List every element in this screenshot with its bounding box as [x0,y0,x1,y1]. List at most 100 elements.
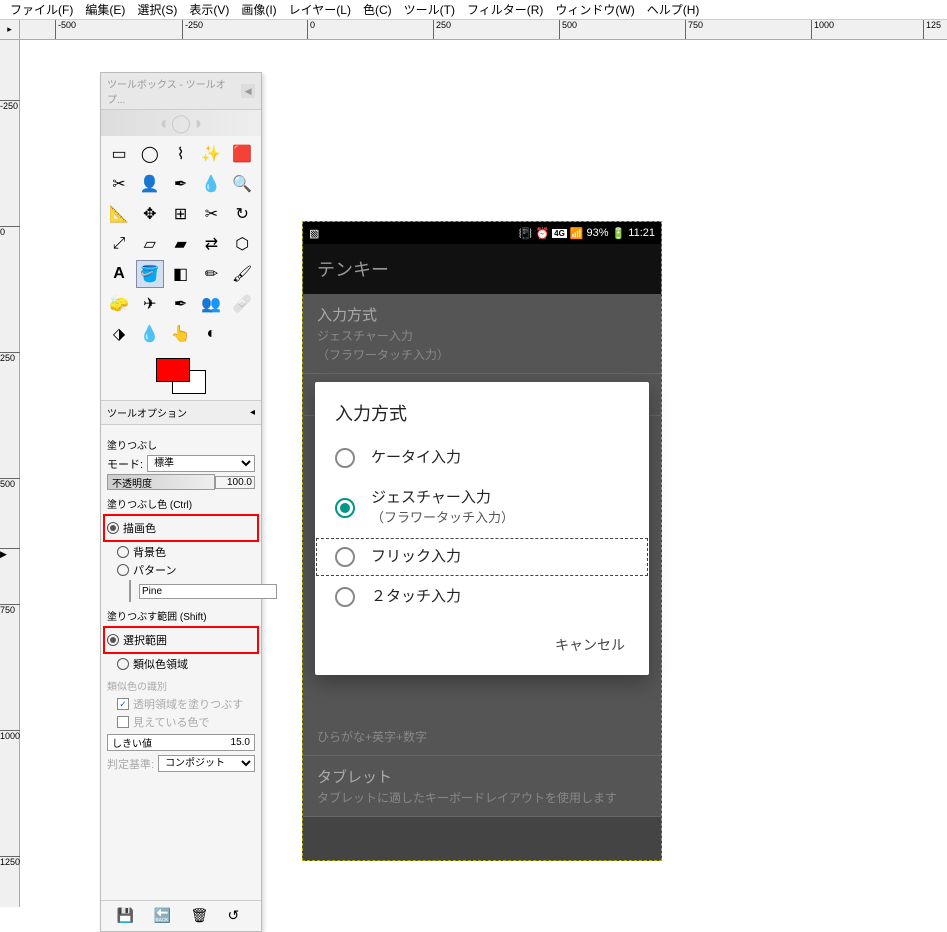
ink-icon[interactable]: ✒ [167,290,195,318]
menu-bar: ファイル(F) 編集(E) 選択(S) 表示(V) 画像(I) レイヤー(L) … [0,0,947,20]
lasso-icon[interactable]: ⌇ [167,140,195,168]
radio-label: 背景色 [133,544,166,560]
menu-view[interactable]: 表示(V) [183,1,235,18]
smudge-icon[interactable]: 👆 [167,320,195,348]
threshold-input[interactable]: しきい値 15.0 [107,734,255,751]
dodge-icon[interactable]: ◐ [197,320,225,348]
setting-tenkey-used[interactable]: ひらがな+英字+数字 [303,728,661,756]
option-gesture[interactable]: ジェスチャー入力 （フラワータッチ入力） [315,478,649,537]
toolbox-header[interactable]: ツールボックス - ツールオプ... ◀ [101,73,261,110]
shear-icon[interactable]: ▱ [136,230,164,258]
menu-select[interactable]: 選択(S) [131,1,183,18]
radio-bgcolor[interactable]: 背景色 [107,544,255,560]
scissors-icon[interactable]: ✂ [105,170,133,198]
gimp-logo: ◐◯◑ [101,110,261,136]
mode-select[interactable]: 標準 [147,455,255,472]
canvas-area[interactable]: ▧ 📳 ⏰ 4G 📶 93% 🔋 11:21 テンキー 入力方式 ジェスチャー入… [20,40,947,907]
reset-icon[interactable]: ↺ [228,907,246,925]
alarm-icon: ⏰ [535,227,549,240]
ellipse-select-icon[interactable]: ◯ [136,140,164,168]
zoom-icon[interactable]: 🔍 [228,170,256,198]
setting-tablet[interactable]: タブレット タブレットに適したキーボードレイアウトを使用します [303,756,661,817]
tool-options-header[interactable]: ツールオプション ◂ [101,400,261,425]
radio-similar-color[interactable]: 類似色領域 [107,656,255,672]
foreground-icon[interactable]: 👤 [136,170,164,198]
option-flick[interactable]: フリック入力 [315,537,649,577]
htick: -500 [55,20,76,40]
eyedropper-icon[interactable]: 💧 [197,170,225,198]
bucket-fill-icon[interactable]: 🪣 [136,260,164,288]
radio-icon [335,448,355,468]
eraser-icon[interactable]: 🧽 [105,290,133,318]
crop-icon[interactable]: ✂ [197,200,225,228]
ruler-shell: ▸ -500 -250 0 250 500 750 1000 125 -250 … [0,20,947,907]
align-icon[interactable]: ⊞ [167,200,195,228]
cb-label: 透明領域を塗りつぶす [133,696,243,712]
checkbox-icon: ✓ [117,698,129,710]
radio-pattern[interactable]: パターン [107,562,255,578]
menu-filters[interactable]: フィルター(R) [461,1,549,18]
color-select-icon[interactable]: 🟥 [228,140,256,168]
paintbrush-icon[interactable]: 🖌 [228,260,256,288]
fill-title: 塗りつぶし [107,437,255,452]
menu-help[interactable]: ヘルプ(H) [641,1,706,18]
radio-label: 選択範囲 [123,632,167,648]
pattern-name-input[interactable] [139,584,277,599]
vtick: 250 [0,352,20,363]
rotate-icon[interactable]: ↻ [228,200,256,228]
scale-icon[interactable]: ⤢ [105,230,133,258]
save-icon[interactable]: 💾 [117,907,135,925]
cage-icon[interactable]: ⬡ [228,230,256,258]
blur-icon[interactable]: 💧 [136,320,164,348]
perspective-clone-icon[interactable]: ⬗ [105,320,133,348]
move-icon[interactable]: ✥ [136,200,164,228]
pencil-icon[interactable]: ✏ [197,260,225,288]
menu-windows[interactable]: ウィンドウ(W) [549,1,640,18]
delete-icon[interactable]: 🗑 [191,907,209,925]
option-2touch[interactable]: ２タッチ入力 [315,577,649,617]
vtick: -250 [0,100,20,111]
heal-icon[interactable]: 🩹 [228,290,256,318]
opacity-slider[interactable]: 不透明度 100.0 [107,474,255,490]
close-icon[interactable]: ◀ [241,84,255,98]
blend-icon[interactable]: ◧ [167,260,195,288]
threshold-value: 15.0 [227,737,254,748]
rect-select-icon[interactable]: ▭ [105,140,133,168]
opacity-value[interactable]: 100.0 [215,476,255,489]
similar-color-section: 類似色の識別 [107,678,255,693]
htick: 250 [433,20,451,40]
text-icon[interactable]: A [105,260,133,288]
menu-image[interactable]: 画像(I) [235,1,282,18]
flip-icon[interactable]: ⇄ [197,230,225,258]
perspective-icon[interactable]: ▰ [167,230,195,258]
android-screenshot: ▧ 📳 ⏰ 4G 📶 93% 🔋 11:21 テンキー 入力方式 ジェスチャー入… [302,221,662,861]
menu-edit[interactable]: 編集(E) [79,1,131,18]
wand-icon[interactable]: ✨ [197,140,225,168]
measure-icon[interactable]: 📐 [105,200,133,228]
criterion-select[interactable]: コンポジット [158,755,255,772]
htick: 500 [559,20,577,40]
paths-icon[interactable]: ✒ [167,170,195,198]
setting-input-method[interactable]: 入力方式 ジェスチャー入力 （フラワータッチ入力） [303,294,661,374]
menu-file[interactable]: ファイル(F) [4,1,79,18]
clone-icon[interactable]: 👥 [197,290,225,318]
cancel-button[interactable]: キャンセル [545,629,635,661]
option-keitai[interactable]: ケータイ入力 [315,438,649,478]
arrow-icon[interactable]: ◂ [250,407,255,418]
vtick: 1000 [0,730,20,741]
htick: -250 [182,20,203,40]
menu-tools[interactable]: ツール(T) [398,1,461,18]
pattern-row[interactable] [107,580,255,602]
mode-row: モード: 標準 [107,455,255,472]
menu-colors[interactable]: 色(C) [357,1,398,18]
pattern-swatch-icon[interactable] [129,580,131,602]
cb-visible-color[interactable]: 見えている色で [107,714,255,730]
cb-fill-transparent[interactable]: ✓ 透明領域を塗りつぶす [107,696,255,712]
menu-layer[interactable]: レイヤー(L) [283,1,357,18]
revert-icon[interactable]: 🔙 [154,907,172,925]
radio-select-range[interactable]: 選択範囲 [107,632,255,648]
radio-fgcolor[interactable]: 描画色 [107,520,255,536]
airbrush-icon[interactable]: ✈ [136,290,164,318]
foreground-color[interactable] [156,358,190,382]
setting-subtitle: ひらがな+英字+数字 [317,728,647,745]
